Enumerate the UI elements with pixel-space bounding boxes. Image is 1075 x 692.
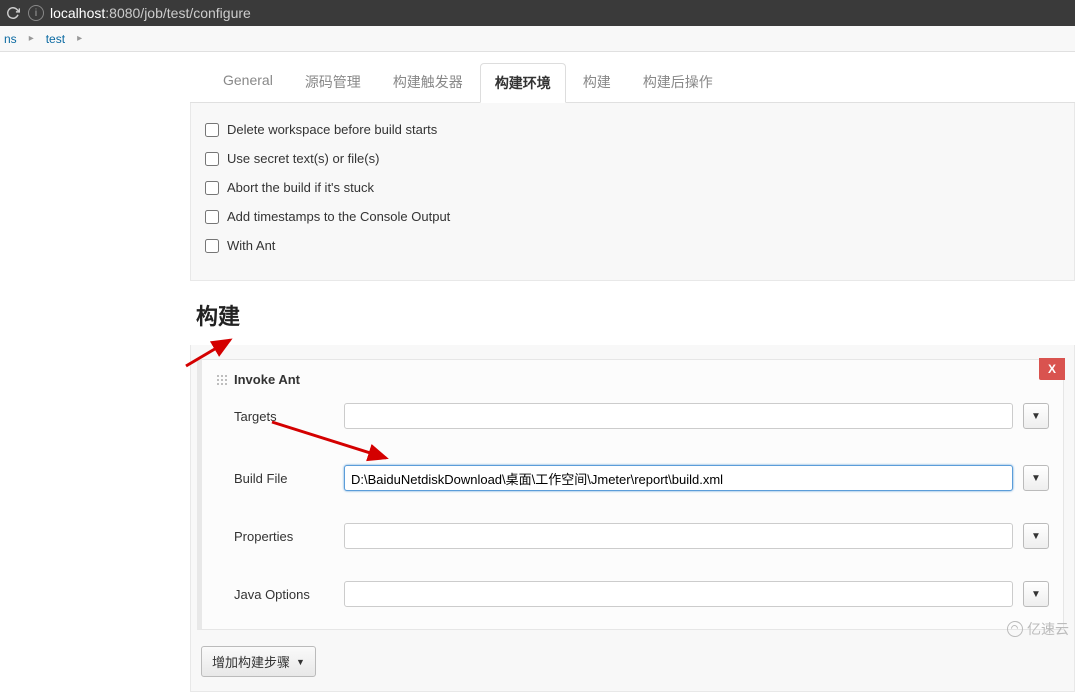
address-url[interactable]: localhost:8080/job/test/configure bbox=[50, 5, 1071, 21]
sidebar-spacer bbox=[0, 52, 190, 643]
advanced-button[interactable]: ▼ bbox=[1023, 581, 1049, 607]
build-file-input[interactable] bbox=[344, 465, 1013, 491]
option-label: Use secret text(s) or file(s) bbox=[227, 151, 379, 166]
targets-input[interactable] bbox=[344, 403, 1013, 429]
build-environment-panel: Delete workspace before build starts Use… bbox=[190, 103, 1075, 281]
option-label: Add timestamps to the Console Output bbox=[227, 209, 450, 224]
targets-label: Targets bbox=[234, 409, 334, 424]
build-section-title: 构建 bbox=[190, 281, 1075, 345]
build-section-panel: X Invoke Ant Targets ▼ Build File ▼ Prop… bbox=[190, 345, 1075, 692]
tab-build[interactable]: 构建 bbox=[568, 62, 626, 102]
site-info-icon[interactable]: i bbox=[28, 5, 44, 21]
breadcrumb-item[interactable]: test bbox=[46, 32, 65, 46]
advanced-button[interactable]: ▼ bbox=[1023, 523, 1049, 549]
tab-build-environment[interactable]: 构建环境 bbox=[480, 63, 566, 103]
checkbox[interactable] bbox=[205, 123, 219, 137]
properties-label: Properties bbox=[234, 529, 334, 544]
build-file-label: Build File bbox=[234, 471, 334, 486]
option-use-secret[interactable]: Use secret text(s) or file(s) bbox=[205, 144, 1060, 173]
option-abort-stuck[interactable]: Abort the build if it's stuck bbox=[205, 173, 1060, 202]
tab-triggers[interactable]: 构建触发器 bbox=[378, 62, 478, 102]
tab-general[interactable]: General bbox=[208, 62, 288, 102]
checkbox[interactable] bbox=[205, 152, 219, 166]
properties-input[interactable] bbox=[344, 523, 1013, 549]
reload-icon[interactable] bbox=[4, 4, 22, 22]
config-tabs: General 源码管理 构建触发器 构建环境 构建 构建后操作 bbox=[190, 62, 1075, 103]
option-with-ant[interactable]: With Ant bbox=[205, 231, 1060, 260]
option-delete-workspace[interactable]: Delete workspace before build starts bbox=[205, 115, 1060, 144]
option-label: Delete workspace before build starts bbox=[227, 122, 437, 137]
option-label: With Ant bbox=[227, 238, 275, 253]
checkbox[interactable] bbox=[205, 210, 219, 224]
breadcrumb-sep-icon: ▸ bbox=[29, 33, 34, 44]
option-add-timestamps[interactable]: Add timestamps to the Console Output bbox=[205, 202, 1060, 231]
watermark-icon bbox=[1007, 621, 1023, 637]
remove-step-button[interactable]: X bbox=[1039, 358, 1065, 380]
checkbox[interactable] bbox=[205, 181, 219, 195]
watermark-text: 亿速云 bbox=[1027, 619, 1069, 639]
checkbox[interactable] bbox=[205, 239, 219, 253]
tab-scm[interactable]: 源码管理 bbox=[290, 62, 376, 102]
option-label: Abort the build if it's stuck bbox=[227, 180, 374, 195]
step-title: Invoke Ant bbox=[234, 372, 300, 387]
breadcrumb-sep-icon: ▸ bbox=[77, 33, 82, 44]
advanced-button[interactable]: ▼ bbox=[1023, 465, 1049, 491]
breadcrumb: ns ▸ test ▸ bbox=[0, 26, 1075, 52]
drag-handle-icon[interactable] bbox=[216, 374, 228, 386]
caret-down-icon: ▼ bbox=[296, 657, 305, 667]
breadcrumb-item[interactable]: ns bbox=[4, 32, 17, 46]
build-step-invoke-ant: X Invoke Ant Targets ▼ Build File ▼ Prop… bbox=[197, 359, 1064, 630]
browser-address-bar: i localhost:8080/job/test/configure bbox=[0, 0, 1075, 26]
add-build-step-button[interactable]: 增加构建步骤 ▼ bbox=[201, 646, 316, 677]
add-build-step-label: 增加构建步骤 bbox=[212, 652, 290, 671]
tab-postbuild[interactable]: 构建后操作 bbox=[628, 62, 728, 102]
watermark: 亿速云 bbox=[1007, 619, 1069, 639]
advanced-button[interactable]: ▼ bbox=[1023, 403, 1049, 429]
java-options-input[interactable] bbox=[344, 581, 1013, 607]
java-options-label: Java Options bbox=[234, 587, 334, 602]
